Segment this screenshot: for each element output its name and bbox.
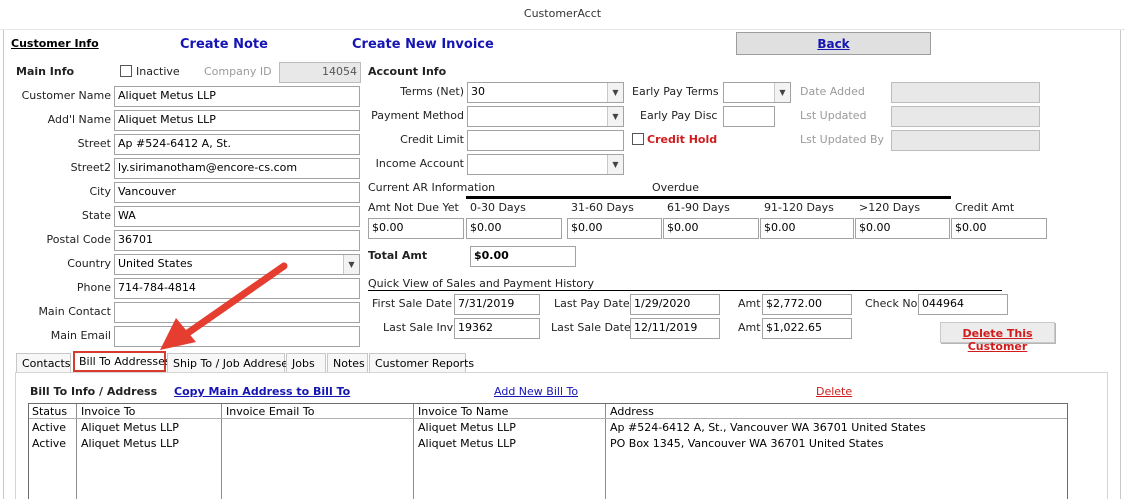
- annotation-arrow: [160, 262, 288, 350]
